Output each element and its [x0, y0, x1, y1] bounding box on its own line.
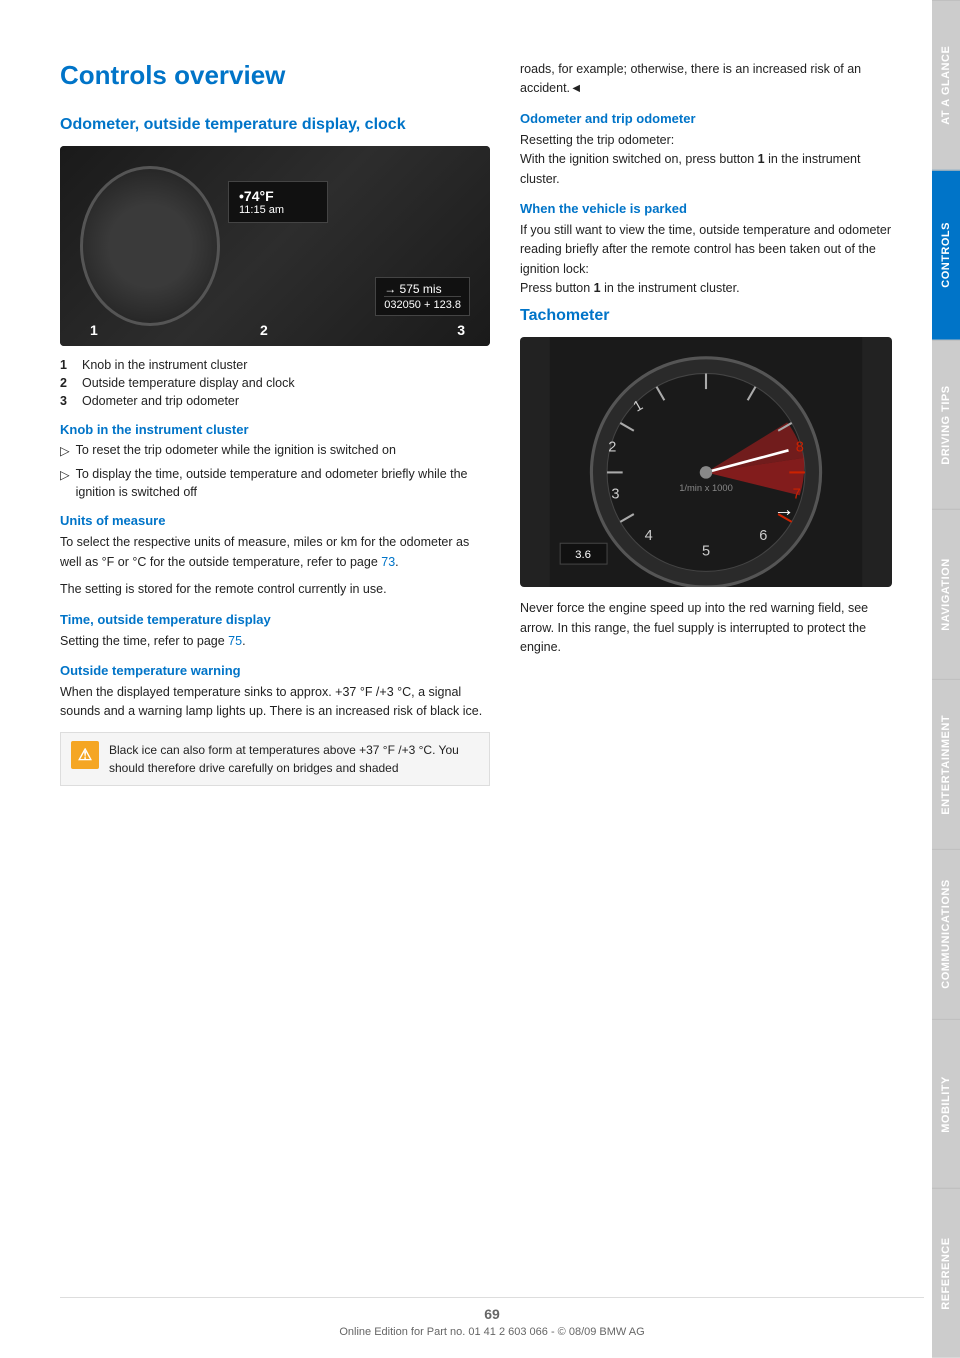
instrument-cluster-image: •74°F 11:15 am → 575 mis 032050 + 123.8 … [60, 146, 490, 346]
sidebar-tab-at-a-glance[interactable]: At a glance [932, 0, 960, 170]
tachometer-caption: Never force the engine speed up into the… [520, 599, 892, 657]
page-footer: 69 Online Edition for Part no. 01 41 2 6… [60, 1297, 924, 1338]
time-display: 11:15 am [239, 204, 317, 216]
warning-box-text: Black ice can also form at temperatures … [109, 741, 479, 777]
units-section: Units of measure To select the respectiv… [60, 513, 490, 599]
temp-display: •74°F [239, 188, 317, 204]
sidebar-tab-driving-tips[interactable]: Driving tips [932, 340, 960, 510]
svg-text:1/min x 1000: 1/min x 1000 [679, 483, 733, 493]
tachometer-image: 1 2 3 4 5 6 7 8 1/min x 1000 [520, 337, 892, 587]
odo-trip-text: Resetting the trip odometer: With the ig… [520, 131, 892, 189]
list-item-1: 1 Knob in the instrument cluster [60, 358, 490, 372]
knob-heading: Knob in the instrument cluster [60, 422, 490, 437]
item-num-2: 2 [60, 376, 74, 390]
time-section: Time, outside temperature display Settin… [60, 612, 490, 651]
right-column: roads, for example; otherwise, there is … [520, 60, 892, 1298]
tachometer-section: Tachometer [520, 306, 892, 657]
sidebar-tab-communications[interactable]: Communications [932, 849, 960, 1019]
numbered-list: 1 Knob in the instrument cluster 2 Outsi… [60, 358, 490, 408]
svg-text:→: → [774, 498, 795, 521]
page-73-link[interactable]: 73 [381, 555, 395, 569]
page-title: Controls overview [60, 60, 490, 91]
warning-section: Outside temperature warning When the dis… [60, 663, 490, 786]
parked-heading: When the vehicle is parked [520, 201, 892, 216]
tachometer-svg: 1 2 3 4 5 6 7 8 1/min x 1000 [520, 337, 892, 587]
odometer-trip-section: Odometer and trip odometer Resetting the… [520, 111, 892, 189]
knob-item-2: To display the time, outside temperature… [60, 466, 490, 501]
sidebar-tab-reference[interactable]: Reference [932, 1188, 960, 1358]
odo-trip-heading: Odometer and trip odometer [520, 111, 892, 126]
page-75-link[interactable]: 75 [228, 634, 242, 648]
svg-text:6: 6 [759, 528, 767, 544]
knob-section: Knob in the instrument cluster To reset … [60, 422, 490, 502]
svg-text:3: 3 [611, 487, 619, 503]
knob-list: To reset the trip odometer while the ign… [60, 442, 490, 502]
sidebar-tab-navigation[interactable]: Navigation [932, 509, 960, 679]
warning-icon: ⚠ [71, 741, 99, 769]
warning-heading: Outside temperature warning [60, 663, 490, 678]
odometer-display: → 575 mis 032050 + 123.8 [375, 277, 470, 316]
instrument-inner: •74°F 11:15 am → 575 mis 032050 + 123.8 … [60, 146, 490, 346]
label-2: 2 [260, 322, 268, 338]
page-number: 69 [60, 1306, 924, 1322]
item-text-1: Knob in the instrument cluster [82, 358, 247, 372]
time-heading: Time, outside temperature display [60, 612, 490, 627]
parked-text: If you still want to view the time, outs… [520, 221, 892, 299]
parked-section: When the vehicle is parked If you still … [520, 201, 892, 299]
item-num-3: 3 [60, 394, 74, 408]
units-text-2: The setting is stored for the remote con… [60, 580, 490, 599]
item-text-3: Odometer and trip odometer [82, 394, 239, 408]
svg-text:8: 8 [796, 440, 804, 456]
svg-text:3.6: 3.6 [575, 549, 591, 561]
button-1-ref-2: 1 [594, 281, 601, 295]
item-text-2: Outside temperature display and clock [82, 376, 295, 390]
button-1-ref: 1 [758, 152, 765, 166]
units-text-1: To select the respective units of measur… [60, 533, 490, 572]
warning-box: ⚠ Black ice can also form at temperature… [60, 732, 490, 786]
left-gauge [80, 166, 220, 326]
time-text: Setting the time, refer to page 75. [60, 632, 490, 651]
item-num-1: 1 [60, 358, 74, 372]
center-display: •74°F 11:15 am [228, 181, 328, 223]
sidebar-tab-mobility[interactable]: Mobility [932, 1019, 960, 1189]
list-item-3: 3 Odometer and trip odometer [60, 394, 490, 408]
sidebar-tab-entertainment[interactable]: Entertainment [932, 679, 960, 849]
label-3: 3 [457, 322, 465, 338]
label-1: 1 [90, 322, 98, 338]
svg-text:5: 5 [702, 544, 710, 560]
knob-item-1: To reset the trip odometer while the ign… [60, 442, 490, 461]
svg-text:2: 2 [608, 440, 616, 456]
svg-text:4: 4 [645, 528, 653, 544]
footer-text: Online Edition for Part no. 01 41 2 603 … [60, 1326, 924, 1338]
continued-text: roads, for example; otherwise, there is … [520, 60, 892, 99]
list-item-2: 2 Outside temperature display and clock [60, 376, 490, 390]
sidebar-tab-controls[interactable]: Controls [932, 170, 960, 340]
left-column: Controls overview Odometer, outside temp… [60, 60, 490, 1298]
units-heading: Units of measure [60, 513, 490, 528]
warning-text: When the displayed temperature sinks to … [60, 683, 490, 722]
main-content: Controls overview Odometer, outside temp… [0, 0, 932, 1358]
tachometer-heading: Tachometer [520, 306, 892, 327]
sidebar: At a glance Controls Driving tips Naviga… [932, 0, 960, 1358]
odometer-section-heading: Odometer, outside temperature display, c… [60, 115, 490, 136]
